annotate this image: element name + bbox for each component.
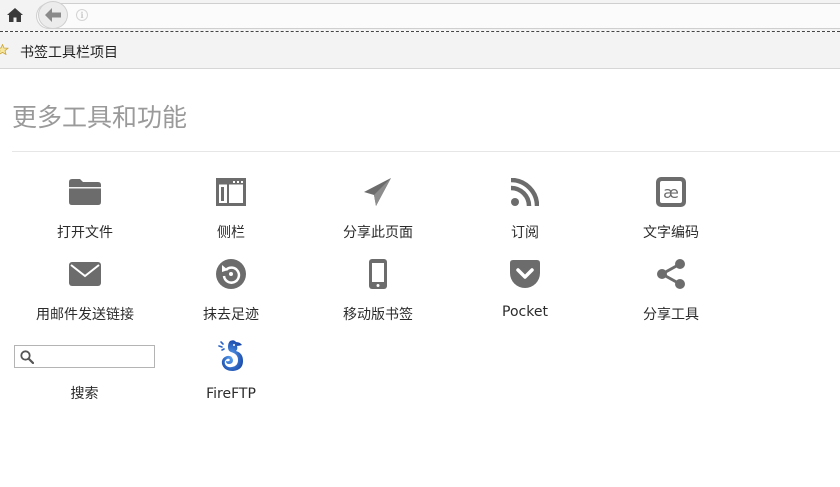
search-box[interactable]: [14, 345, 155, 368]
navigation-toolbar: i: [0, 0, 840, 31]
forget-icon: [216, 259, 246, 289]
home-icon: [7, 8, 23, 22]
subscribe-label: 订阅: [511, 225, 539, 241]
folder-icon: [69, 179, 101, 205]
sidebar-label: 侧栏: [217, 225, 245, 241]
share-tool[interactable]: 分享工具: [598, 258, 744, 334]
mobile-bookmarks-tool[interactable]: 移动版书签: [305, 258, 451, 334]
pocket-label: Pocket: [502, 304, 548, 320]
fireftp-label: FireFTP: [206, 386, 256, 402]
search-icon: [20, 350, 34, 364]
panel-title: 更多工具和功能: [12, 103, 188, 132]
bookmarks-toolbar-items-label[interactable]: 书签工具栏项目: [20, 42, 118, 62]
svg-text:æ: æ: [663, 183, 679, 202]
search-input[interactable]: [37, 347, 149, 366]
home-button[interactable]: [4, 4, 26, 26]
character-encoding-tool[interactable]: æ 文字编码: [598, 176, 744, 252]
sidebar-tool[interactable]: 侧栏: [158, 176, 304, 252]
panel-divider: [12, 151, 840, 152]
paper-plane-icon: [364, 178, 391, 206]
bookmarks-toolbar: 书签工具栏项目: [0, 32, 840, 69]
info-icon[interactable]: i: [76, 9, 88, 21]
mobile-phone-icon: [369, 259, 387, 289]
subscribe-tool[interactable]: 订阅: [452, 176, 598, 252]
character-encoding-label: 文字编码: [643, 225, 699, 241]
search-label: 搜索: [70, 386, 99, 402]
open-file-label: 打开文件: [57, 225, 113, 241]
bookmark-star-icon: [0, 44, 9, 55]
envelope-icon: [69, 262, 101, 286]
back-arrow-icon: [45, 8, 61, 22]
url-bar[interactable]: [36, 3, 840, 29]
forget-tool[interactable]: 抹去足迹: [158, 258, 304, 334]
share-icon: [657, 259, 685, 289]
share-page-label: 分享此页面: [343, 225, 413, 241]
fireftp-seahorse-icon: [218, 340, 243, 371]
email-link-label: 用邮件发送链接: [36, 307, 134, 323]
forget-label: 抹去足迹: [203, 307, 259, 323]
share-tool-label: 分享工具: [643, 307, 699, 323]
back-button[interactable]: [38, 1, 68, 29]
email-link-tool[interactable]: 用邮件发送链接: [12, 258, 158, 334]
mobile-bookmarks-label: 移动版书签: [343, 307, 413, 323]
sidebar-icon: [216, 178, 246, 206]
rss-icon: [511, 178, 539, 206]
pocket-icon: [510, 260, 540, 288]
character-encoding-icon: æ: [656, 177, 686, 207]
pocket-tool[interactable]: Pocket: [452, 258, 598, 334]
fireftp-tool[interactable]: FireFTP: [158, 340, 304, 416]
open-file-tool[interactable]: 打开文件: [12, 176, 158, 252]
share-page-tool[interactable]: 分享此页面: [305, 176, 451, 252]
